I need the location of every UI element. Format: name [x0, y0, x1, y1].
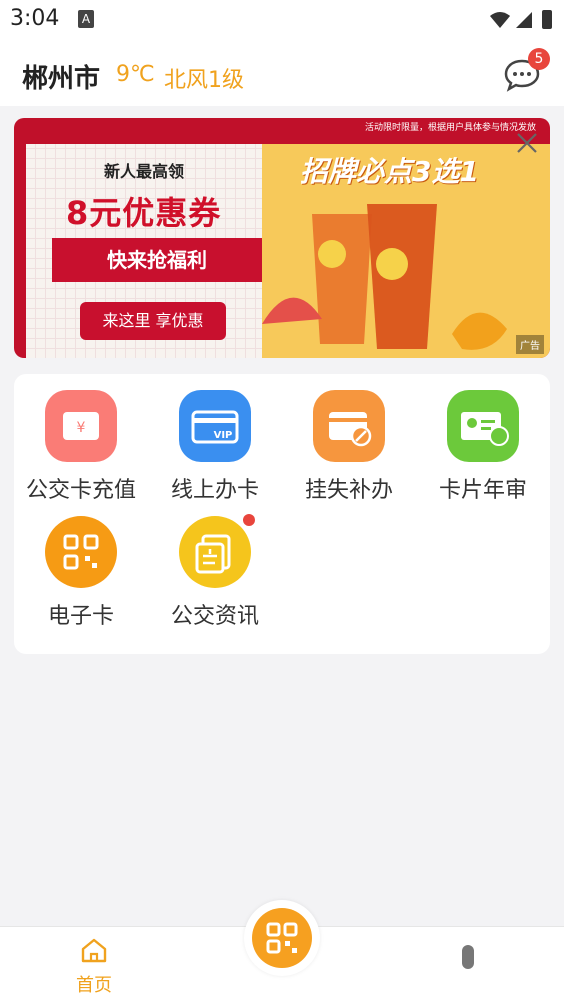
message-badge: 5	[528, 48, 550, 70]
service-review[interactable]: 卡片年审	[416, 390, 550, 504]
service-label: 卡片年审	[438, 478, 527, 503]
vip-card-icon: VIP	[179, 390, 251, 462]
wifi-icon	[490, 12, 510, 28]
news-icon	[179, 514, 255, 588]
service-label: 线上办卡	[170, 478, 259, 503]
service-online-card[interactable]: VIP 线上办卡	[148, 390, 282, 504]
signal-icon	[516, 12, 532, 28]
qr-card-icon	[45, 516, 117, 588]
card-loss-icon	[313, 390, 385, 462]
banner-notice: 活动限时限量，根据用户具体参与情况发放	[364, 123, 536, 133]
coupon-amount: 8元优惠券	[66, 194, 222, 232]
wind-info: 北风1级	[164, 68, 244, 93]
coupon-paper: 新人最高领 8元优惠券 快来抢福利 来这里 享优惠	[26, 144, 262, 358]
service-recharge[interactable]: ¥ 公交卡充值	[14, 390, 148, 504]
status-bar: 3:04 A	[0, 0, 564, 40]
tab-home[interactable]: 首页	[64, 937, 124, 997]
coupon-button[interactable]: 来这里 享优惠	[80, 302, 226, 340]
svg-text:¥: ¥	[77, 420, 86, 436]
home-icon	[81, 938, 107, 963]
service-grid: ¥ 公交卡充值 VIP 线上办卡 挂失补办 卡片年审 电子卡 公交资讯	[14, 374, 550, 654]
card-review-icon	[447, 390, 519, 462]
news-dot	[243, 514, 255, 526]
notification-icon: A	[78, 10, 94, 28]
svg-text:VIP: VIP	[214, 430, 233, 441]
battery-icon	[542, 10, 552, 29]
status-time: 3:04	[10, 6, 60, 31]
service-e-card[interactable]: 电子卡	[14, 516, 148, 630]
ad-banner[interactable]: 活动限时限量，根据用户具体参与情况发放 新人最高领 8元优惠券 快来抢福利 来这…	[14, 118, 550, 358]
temperature: 9℃	[116, 62, 155, 87]
tab-home-label: 首页	[76, 975, 112, 996]
service-label: 公交资讯	[170, 604, 259, 629]
system-status-icons	[490, 10, 552, 29]
tab-mine-icon[interactable]	[462, 945, 474, 969]
service-label: 公交卡充值	[25, 478, 136, 503]
coupon-line1: 新人最高领	[104, 162, 185, 181]
city-selector[interactable]: 郴州市	[22, 58, 100, 95]
qr-code-icon	[252, 908, 312, 968]
drink-cups-image	[262, 204, 507, 350]
coupon-ribbon: 快来抢福利	[52, 238, 262, 282]
scan-qr-button[interactable]	[244, 900, 320, 976]
service-label: 挂失补办	[304, 478, 393, 503]
close-icon[interactable]	[514, 130, 540, 156]
service-label: 电子卡	[47, 604, 114, 629]
drink-promo: 招牌必点3选1 广告	[262, 144, 550, 358]
ad-label: 广告	[516, 335, 544, 354]
header: 郴州市 9℃ 北风1级 5	[0, 40, 564, 106]
service-loss[interactable]: 挂失补办	[282, 390, 416, 504]
service-news[interactable]: 公交资讯	[148, 514, 282, 630]
card-recharge-icon: ¥	[45, 390, 117, 462]
